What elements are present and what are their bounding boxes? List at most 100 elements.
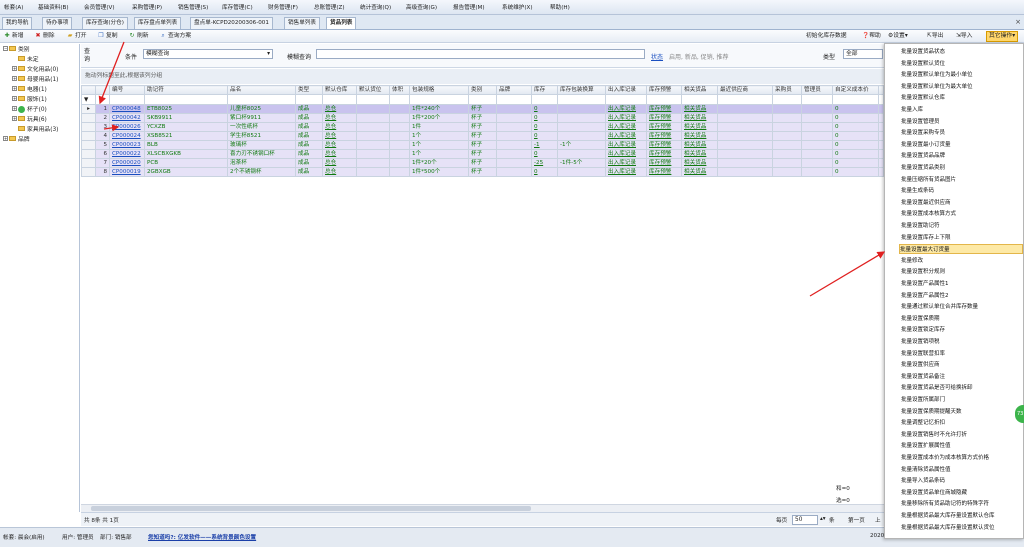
prev-page-button[interactable]: 上 — [875, 516, 881, 524]
menu-item-batch-32[interactable]: 批量调整记忆折扣 — [901, 418, 1023, 428]
per-page-input[interactable]: 50 — [792, 515, 818, 525]
copy-button[interactable]: ❐ 复制 — [97, 32, 117, 41]
header-code[interactable]: 编号 — [109, 85, 145, 95]
tab-product-list[interactable]: 货品列表 — [326, 17, 357, 29]
export-button[interactable]: ⇱导出 — [927, 32, 943, 41]
menu-item-batch-12[interactable]: 批量生成条码 — [901, 186, 1023, 196]
menu-item-advanced[interactable]: 高级查询(G) — [406, 3, 437, 13]
cell-code[interactable]: CP000019 — [109, 167, 145, 177]
header-custom-cost[interactable]: 自定义成本价 — [832, 85, 879, 95]
filter-cell[interactable] — [646, 94, 682, 105]
menu-item-batch-10[interactable]: 批量设置货品类别 — [901, 163, 1023, 173]
fuzzy-query-input[interactable] — [316, 49, 645, 59]
cell-stock[interactable]: -25 — [531, 158, 558, 168]
cell-code[interactable]: CP000022 — [109, 149, 145, 159]
cell-code[interactable]: CP000026 — [109, 122, 145, 132]
header-stock-conversion[interactable]: 库存包装换算 — [557, 85, 606, 95]
menu-item-member[interactable]: 会员管理(V) — [84, 3, 115, 13]
cell-warning-link[interactable]: 库存预警 — [646, 149, 682, 159]
init-stock-button[interactable]: 初始化库存数据 — [806, 32, 847, 41]
menu-item-batch-2[interactable]: 批量设置默认单位为最小单位 — [901, 70, 1023, 80]
header-volume[interactable]: 体积 — [389, 85, 410, 95]
filter-cell[interactable] — [772, 94, 802, 105]
filter-cell[interactable] — [409, 94, 469, 105]
cell-warehouse[interactable]: 总仓 — [322, 149, 357, 159]
menu-item-purchase[interactable]: 采购管理(P) — [132, 3, 162, 13]
table-row[interactable]: 2 CP000042 SKB9911 紫口杯9911 成品 总仓 1件*200个 杯子 0 出入库… — [81, 113, 884, 123]
cell-related-link[interactable]: 相关货品 — [681, 149, 718, 159]
expand-icon[interactable]: + — [12, 66, 17, 71]
filter-cell[interactable] — [878, 94, 884, 105]
query-scheme-button[interactable]: ⌕ 查询方案 — [159, 32, 191, 41]
menu-item-batch-17[interactable]: 批量设置最大订货量 — [899, 244, 1023, 255]
menu-item-stock[interactable]: 库存管理(C) — [222, 3, 253, 13]
horizontal-scrollbar[interactable] — [81, 504, 884, 512]
table-row[interactable]: 3 CP000026 YCXZB 一次性纸杯 成品 总仓 1件 杯子 0 出入库记录 库存预警 相关货… — [81, 122, 884, 132]
header-name[interactable]: 品名 — [227, 85, 296, 95]
header-brand[interactable]: 品牌 — [496, 85, 532, 95]
cell-record-link[interactable]: 出入库记录 — [605, 167, 647, 177]
header-recent-supplier[interactable]: 最近供应商 — [717, 85, 773, 95]
table-row[interactable]: ▸ 1 CP000048 ETB8025 儿童杯8025 成品 总仓 1件*240个 杯子 0 出入… — [81, 104, 884, 114]
menu-item-batch-30[interactable]: 批量设置所属部门 — [901, 395, 1023, 405]
tree-node-apparel[interactable]: + 服饰(1) — [12, 96, 47, 105]
header-buyer[interactable]: 采购员 — [772, 85, 802, 95]
header-related[interactable]: 相关货品 — [681, 85, 718, 95]
expand-icon[interactable]: + — [3, 136, 8, 141]
collapse-icon[interactable]: − — [3, 46, 8, 51]
import-button[interactable]: ⇲导入 — [956, 32, 972, 41]
menu-item-batch-8[interactable]: 批量设置最小订货量 — [901, 140, 1023, 150]
menu-item-batch-40[interactable]: 批量根据货品最大库存量设置默认仓库 — [901, 511, 1023, 521]
cell-warehouse[interactable]: 总仓 — [322, 167, 357, 177]
cell-record-link[interactable]: 出入库记录 — [605, 158, 647, 168]
menu-item-batch-23[interactable]: 批量设置保质期 — [901, 314, 1023, 324]
cell-record-link[interactable]: 出入库记录 — [605, 149, 647, 159]
expand-icon[interactable]: + — [12, 116, 17, 121]
menu-item-batch-9[interactable]: 批量设置货品品牌 — [901, 151, 1023, 161]
menu-item-batch-13[interactable]: 批量设置最近供应商 — [901, 198, 1023, 208]
header-admin[interactable]: 管理员 — [801, 85, 833, 95]
filter-cell[interactable] — [801, 94, 833, 105]
menu-item-batch-38[interactable]: 批量设置货品单位商城隐藏 — [901, 488, 1023, 498]
menu-item-batch-7[interactable]: 批量设置采购专员 — [901, 128, 1023, 138]
tree-node-furniture[interactable]: 家具用品(3) — [18, 126, 58, 135]
cell-related-link[interactable]: 相关货品 — [681, 158, 718, 168]
menu-item-batch-29[interactable]: 批量设置货品是否可给换拆卸 — [901, 383, 1023, 393]
new-button[interactable]: ✚ 新增 — [3, 32, 23, 41]
menu-item-batch-4[interactable]: 批量设置默认仓库 — [901, 93, 1023, 103]
cell-stock[interactable]: 0 — [531, 167, 558, 177]
menu-item-reports[interactable]: 报告管理(M) — [453, 3, 485, 13]
menu-item-batch-11[interactable]: 批量压缩所有货品图片 — [901, 175, 1023, 185]
filter-row-icon[interactable]: ▼ — [81, 94, 96, 105]
tab-sales-list[interactable]: 销售单列表 — [284, 17, 320, 29]
header-mnemonic[interactable]: 助记符 — [144, 85, 228, 95]
expand-icon[interactable]: + — [12, 106, 17, 111]
cell-record-link[interactable]: 出入库记录 — [605, 122, 647, 132]
menu-item-help[interactable]: 帮助(H) — [550, 3, 570, 13]
cell-warning-link[interactable]: 库存预警 — [646, 140, 682, 150]
cell-stock[interactable]: -1 — [531, 140, 558, 150]
menu-item-account[interactable]: 帐套(A) — [4, 3, 23, 13]
cell-related-link[interactable]: 相关货品 — [681, 122, 718, 132]
menu-item-batch-39[interactable]: 批量移除所有货品助记符的特殊字符 — [901, 499, 1023, 509]
menu-item-batch-24[interactable]: 批量设置锁定库存 — [901, 325, 1023, 335]
menu-item-batch-34[interactable]: 批量设置扩展属性值 — [901, 441, 1023, 451]
cell-record-link[interactable]: 出入库记录 — [605, 140, 647, 150]
type-select[interactable]: 全部 — [843, 49, 883, 59]
menu-item-stats[interactable]: 统计查询(Q) — [360, 3, 391, 13]
filter-cell[interactable] — [95, 94, 110, 105]
scrollbar-thumb[interactable] — [91, 506, 531, 511]
cell-stock[interactable]: 0 — [531, 131, 558, 141]
filter-cell[interactable] — [496, 94, 532, 105]
menu-item-batch-28[interactable]: 批量设置货品备注 — [901, 372, 1023, 382]
menu-item-batch-27[interactable]: 批量设置供应商 — [901, 360, 1023, 370]
cell-stock[interactable]: 0 — [531, 113, 558, 123]
menu-item-batch-36[interactable]: 批量清除货品属性值 — [901, 465, 1023, 475]
status-filter-link[interactable]: 状态 — [651, 52, 663, 61]
filter-cell[interactable] — [227, 94, 296, 105]
cell-record-link[interactable]: 出入库记录 — [605, 104, 647, 114]
filter-cell[interactable] — [295, 94, 323, 105]
table-row[interactable]: 8 CP000019 2GBXGB 2个不锈钢杯 成品 总仓 1件*500个 杯子 0 出入库记录… — [81, 167, 884, 177]
cell-code[interactable]: CP000042 — [109, 113, 145, 123]
menu-item-batch-5[interactable]: 批量入库 — [901, 105, 1023, 115]
